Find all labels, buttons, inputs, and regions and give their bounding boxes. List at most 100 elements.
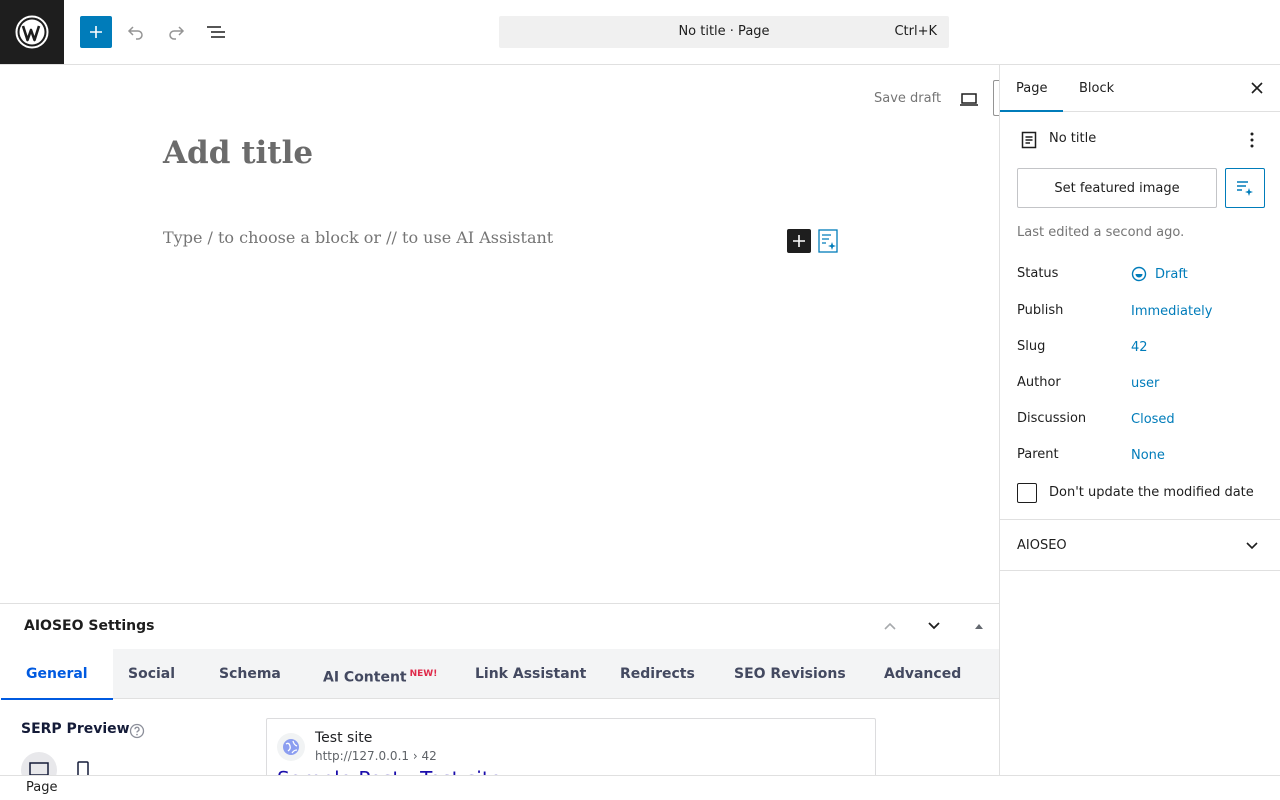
editor-canvas: Save draft Add title Type / to choose a … <box>0 65 1003 603</box>
sidebar-tabs: Page Block <box>1000 65 1280 112</box>
tab-label: Redirects <box>620 666 695 682</box>
close-icon <box>1251 82 1263 94</box>
parent-label: Parent <box>1017 447 1059 462</box>
actions-menu-button[interactable] <box>1244 129 1260 151</box>
plus-icon <box>90 26 102 38</box>
wordpress-logo-button[interactable] <box>0 0 64 64</box>
document-icon <box>1021 131 1037 149</box>
plus-icon <box>793 235 805 247</box>
close-sidebar-button[interactable] <box>1248 79 1266 97</box>
desktop-icon <box>960 93 978 106</box>
tab-label: AI Content <box>323 669 407 686</box>
mobile-preview-toggle[interactable] <box>76 761 94 775</box>
move-up-button[interactable] <box>878 614 902 638</box>
tab-label: Social <box>128 666 176 682</box>
discussion-label: Discussion <box>1017 411 1087 426</box>
draft-status-icon <box>1131 266 1147 282</box>
settings-sidebar: Page Block No title Set featured image L… <box>999 65 1280 775</box>
editor-header: No title · Page Ctrl+K <box>0 0 1280 65</box>
tab-link-assistant[interactable]: Link Assistant <box>475 649 586 699</box>
tab-block[interactable]: Block <box>1079 65 1114 112</box>
new-badge: NEW! <box>409 669 438 679</box>
undo-button[interactable] <box>120 16 152 48</box>
chevron-down-icon <box>1246 542 1258 550</box>
discussion-value[interactable]: Closed <box>1131 412 1175 427</box>
serp-preview-label: SERP Preview <box>21 721 130 737</box>
redo-button[interactable] <box>160 16 192 48</box>
post-title-input[interactable]: Add title <box>163 135 313 171</box>
serp-site-name: Test site <box>315 730 373 746</box>
collapse-metabox-button[interactable] <box>967 614 991 638</box>
ai-featured-image-button[interactable] <box>1225 168 1265 208</box>
inline-block-inserter[interactable] <box>787 229 811 253</box>
tab-social[interactable]: Social <box>128 649 175 699</box>
serp-preview-card: Test site http://127.0.0.1 › 42 Sample P… <box>266 718 876 775</box>
move-down-button[interactable] <box>922 614 946 638</box>
globe-icon <box>283 739 299 755</box>
aioseo-sidebar-panel[interactable]: AIOSEO <box>1000 519 1280 571</box>
shortcut-hint: Ctrl+K <box>894 24 937 39</box>
serp-link-title: Sample Post - Test site <box>277 767 502 775</box>
checkbox-label: Don't update the modified date <box>1049 485 1254 500</box>
desktop-icon <box>29 762 49 775</box>
mobile-icon <box>77 761 89 775</box>
tab-redirects[interactable]: Redirects <box>620 649 695 699</box>
undo-icon <box>127 26 143 40</box>
list-view-icon <box>207 26 225 38</box>
document-title: No title · Page <box>678 24 770 39</box>
tab-general[interactable]: General <box>1 649 113 700</box>
tab-label: General <box>26 666 88 682</box>
tab-seo-revisions[interactable]: SEO Revisions <box>734 649 846 699</box>
block-placeholder[interactable]: Type / to choose a block or // to use AI… <box>163 228 553 247</box>
status-label: Status <box>1017 266 1059 281</box>
set-featured-image-button[interactable]: Set featured image <box>1017 168 1217 208</box>
ai-assistant-icon <box>818 229 838 253</box>
tab-page[interactable]: Page <box>1000 65 1064 112</box>
editor-footer: Page <box>0 775 1280 800</box>
author-label: Author <box>1017 375 1061 390</box>
tab-advanced[interactable]: Advanced <box>884 649 961 699</box>
desktop-preview-toggle[interactable] <box>21 752 57 775</box>
aioseo-tabs: General Social Schema AI Content NEW! Lin… <box>1 649 999 700</box>
chevron-up-icon <box>884 622 896 630</box>
tab-schema[interactable]: Schema <box>219 649 281 699</box>
help-tooltip[interactable] <box>129 723 145 739</box>
command-palette-bar[interactable]: No title · Page Ctrl+K <box>499 16 949 48</box>
parent-value[interactable]: None <box>1131 448 1165 463</box>
tab-label: Advanced <box>884 666 962 682</box>
metabox-header: AIOSEO Settings <box>0 604 999 649</box>
redo-icon <box>169 26 185 40</box>
publish-value[interactable]: Immediately <box>1131 304 1212 319</box>
caret-up-icon <box>975 624 983 629</box>
tab-label: SEO Revisions <box>734 666 846 682</box>
preview-button[interactable] <box>957 87 981 111</box>
more-vertical-icon <box>1250 132 1254 148</box>
tab-ai-content[interactable]: AI Content NEW! <box>323 649 437 699</box>
aioseo-panel-label: AIOSEO <box>1017 538 1067 553</box>
document-overview-button[interactable] <box>200 16 232 48</box>
publish-label: Publish <box>1017 303 1064 318</box>
ai-sparkle-list-icon <box>1237 181 1253 196</box>
aioseo-metabox: AIOSEO Settings General Social Schema AI… <box>0 603 999 775</box>
chevron-down-icon <box>928 622 940 630</box>
status-value[interactable]: Draft <box>1155 267 1188 282</box>
ai-assistant-button[interactable] <box>818 229 838 253</box>
slug-value[interactable]: 42 <box>1131 340 1148 355</box>
block-breadcrumb[interactable]: Page <box>26 780 57 795</box>
dont-update-modified-checkbox[interactable] <box>1017 483 1037 503</box>
save-draft-button[interactable]: Save draft <box>874 91 941 106</box>
button-label: Set featured image <box>1054 180 1180 196</box>
metabox-title: AIOSEO Settings <box>24 618 155 634</box>
question-mark-icon <box>129 723 145 739</box>
last-edited-text: Last edited a second ago. <box>1017 225 1185 240</box>
tab-label: Schema <box>219 666 281 682</box>
draft-status-icon-wrap <box>1131 266 1147 282</box>
author-value[interactable]: user <box>1131 376 1159 391</box>
serp-url: http://127.0.0.1 › 42 <box>315 749 437 763</box>
site-favicon <box>277 733 305 761</box>
tab-label: Link Assistant <box>475 666 587 682</box>
page-icon <box>1020 131 1038 149</box>
wordpress-logo-icon <box>15 15 49 49</box>
block-inserter-toggle[interactable] <box>80 16 112 48</box>
expand-panel-toggle[interactable] <box>1243 536 1261 554</box>
